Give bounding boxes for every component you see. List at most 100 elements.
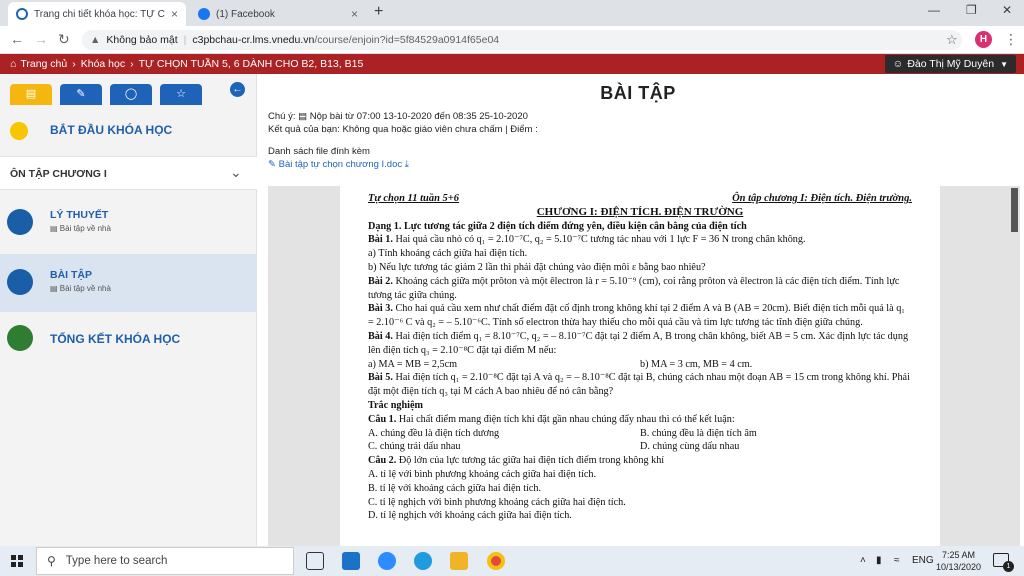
windows-start-icon[interactable] [11,555,23,567]
profile-avatar[interactable]: H [975,31,992,48]
new-tab-button[interactable]: + [374,3,383,21]
zoom-icon[interactable] [378,552,396,570]
doc-question-1: Câu 1. Hai chất điểm mang điện tích khi … [368,413,912,427]
site-header: ⌂ Trang chủ › Khóa học › TỰ CHỌN TUẦN 5,… [0,54,1024,74]
result-text: Không qua hoặc giáo viên chưa chấm | Điể… [342,124,538,135]
tab-facebook[interactable]: (1) Facebook × [190,2,366,26]
result-label: Kết quả của bạn: [268,124,340,135]
attachment-filename[interactable]: Bài tập tự chọn chương I.doc [279,159,403,170]
problem-text: Cho hai quả cầu xem như chất điểm đặt cố… [368,303,905,329]
sidebar-item-exercises[interactable]: BÀI TẬP ▤ Bài tập về nhà [0,254,257,312]
doc-header-right: Ôn tập chương I: Điện tích. Điện trường. [732,193,912,204]
option-text: C. chúng trái dấu nhau [368,441,461,453]
clock-date: 10/13/2020 [936,562,982,572]
doc-problem-1a: a) Tính khoảng cách giữa hai điện tích. [368,248,528,260]
facebook-favicon-icon [198,8,210,20]
task-view-icon[interactable] [306,552,324,570]
user-icon: ☺ [892,58,904,70]
chevron-down-icon[interactable]: ⌄ [230,164,242,181]
doc-problem-5: Bài 5. Hai điện tích q₁ = 2.10⁻⁸C đặt tạ… [368,371,912,399]
calendar-icon: ▤ [298,111,310,122]
sidebar-item-label: TỔNG KẾT KHÓA HỌC [50,332,181,346]
doc-section-title: Dạng 1. Lực tương tác giữa 2 điện tích đ… [368,220,747,232]
taskbar-search[interactable]: ⚲ Type here to search [36,547,294,575]
option-text: D. chúng cùng dấu nhau [640,441,740,453]
tab-favorites[interactable]: ☆ [160,84,202,105]
security-status: Không bảo mật [106,34,178,46]
url-bar[interactable]: ▲ Không bảo mật | c3pbchau-cr.lms.vnedu.… [82,30,962,50]
reload-icon[interactable]: ↻ [58,31,70,48]
completion-status-icon [7,325,33,351]
notification-center-icon[interactable]: 1 [993,553,1014,572]
problem-label: Bài 2. [368,275,393,287]
note-text: Nộp bài từ 07:00 13-10-2020 đến 08:35 25… [309,111,528,122]
doc-question-2: Câu 2. Độ lớn của lực tương tác giữa hai… [368,454,912,468]
status-dot-icon [10,122,28,140]
tab-title: Trang chi tiết khóa học: TỰ CHỌN [34,8,165,20]
tab-course-detail[interactable]: Trang chi tiết khóa học: TỰ CHỌN × [8,2,186,26]
sidebar-item-theory[interactable]: LÝ THUYẾT ▤ Bài tập về nhà [0,194,257,252]
restore-icon[interactable]: ❐ [966,3,977,17]
menu-kebab-icon[interactable]: ⋮ [1004,31,1018,48]
minimize-icon[interactable]: — [928,3,940,17]
sidebar-item-start-course[interactable]: BẮT ĐẦU KHÓA HỌC [0,114,257,150]
doc-question-1-options-cd: C. chúng trái dấu nhau D. chúng cùng dấu… [368,440,912,454]
search-placeholder: Type here to search [65,555,168,567]
download-icon[interactable]: ⤓ [405,159,409,170]
back-arrow-icon[interactable]: ← [10,31,24,47]
tray-chevron-up-icon[interactable]: ˄ [860,555,866,566]
browser-tab-strip: Trang chi tiết khóa học: TỰ CHỌN × (1) F… [0,0,1024,26]
scrollbar-thumb[interactable] [1011,188,1018,232]
doc-problem-1b: b) Nếu lực tương tác giảm 2 lần thì phải… [368,261,706,273]
home-icon: ⌂ [10,58,17,70]
doc-problem-3: Bài 3. Cho hai quả cầu xem như chất điểm… [368,302,912,330]
note-label: Chú ý: [268,111,296,122]
breadcrumb-home[interactable]: Trang chủ [20,58,67,70]
sidebar-chapter-review[interactable]: ÔN TẬP CHƯƠNG I ⌄ [0,156,257,190]
doc-problem-4-options: a) MA = MB = 2,5cm b) MA = 3 cm, MB = 4 … [368,358,912,372]
document-viewer[interactable]: Tự chọn 11 tuần 5+6 Ôn tập chương I: Điệ… [268,186,1020,546]
tab-close-icon[interactable]: × [351,7,358,21]
sidebar-item-sub-text: Bài tập về nhà [59,284,111,293]
tab-comments[interactable]: ◯ [110,84,152,105]
lesson-status-icon [7,269,33,295]
sidebar-item-sub: ▤ Bài tập về nhà [50,284,111,293]
chrome-icon[interactable] [487,552,505,570]
breadcrumb-courses[interactable]: Khóa học [81,58,125,70]
document-scrollbar[interactable] [1008,186,1020,546]
user-menu-button[interactable]: ☺ Đào Thị Mỹ Duyên ▼ [884,55,1016,73]
windows-taskbar: ⚲ Type here to search ˄ ▮ ≈ ENG 7:25 AM … [0,546,1024,576]
edge-icon[interactable] [414,552,432,570]
doc-question-1-options-ab: A. chúng đều là điện tích dương B. chúng… [368,427,912,441]
option-text: B. tỉ lệ với khoảng cách giữa hai điện t… [368,482,542,494]
bookmark-star-icon[interactable]: ☆ [946,32,958,48]
sidebar-item-sub-text: Bài tập về nhà [59,224,111,233]
lesson-status-icon [7,209,33,235]
problem-label: Bài 4. [368,330,393,342]
problem-text: Hai quả cầu nhỏ có q₁ = 2.10⁻⁷C, q₂ = 5.… [395,234,806,246]
battery-icon[interactable]: ▮ [876,555,882,566]
window-close-icon[interactable]: ✕ [1002,3,1012,17]
document-page: Tự chọn 11 tuần 5+6 Ôn tập chương I: Điệ… [340,186,940,546]
option-text: a) MA = MB = 2,5cm [368,358,458,370]
option-text: B. chúng đều là điện tích âm [640,427,757,439]
url-path: /course/enjoin?id=5f84529a0914f65e04 [314,34,500,46]
homework-icon: ▤ [50,284,60,293]
tab-attachments[interactable]: ✎ [60,84,102,105]
sidebar-item-label: BẮT ĐẦU KHÓA HỌC [50,123,173,137]
file-explorer-icon[interactable] [450,552,468,570]
option-text: D. tỉ lệ nghịch với khoảng cách giữa hai… [368,510,572,522]
system-clock[interactable]: 7:25 AM 10/13/2020 [936,549,981,573]
tab-contents[interactable]: ▤ [10,84,52,105]
input-language[interactable]: ENG [912,555,934,566]
mail-icon[interactable] [342,552,360,570]
breadcrumb-current-course[interactable]: TỰ CHỌN TUẦN 5, 6 DÀNH CHO B2, B13, B15 [139,58,364,70]
back-circle-icon[interactable]: ← [230,82,245,97]
warning-triangle-icon: ▲ [90,34,101,46]
sidebar-item-course-summary[interactable]: TỔNG KẾT KHÓA HỌC [0,310,257,368]
forward-arrow-icon[interactable]: → [34,31,48,47]
doc-problem-4: Bài 4. Hai điện tích điểm q₁ = 8.10⁻⁷C, … [368,330,912,358]
attachment-link[interactable]: ✎ Bài tập tự chọn chương I.doc ⤓ [268,159,409,170]
tab-close-icon[interactable]: × [171,7,178,21]
wifi-icon[interactable]: ≈ [894,555,900,566]
